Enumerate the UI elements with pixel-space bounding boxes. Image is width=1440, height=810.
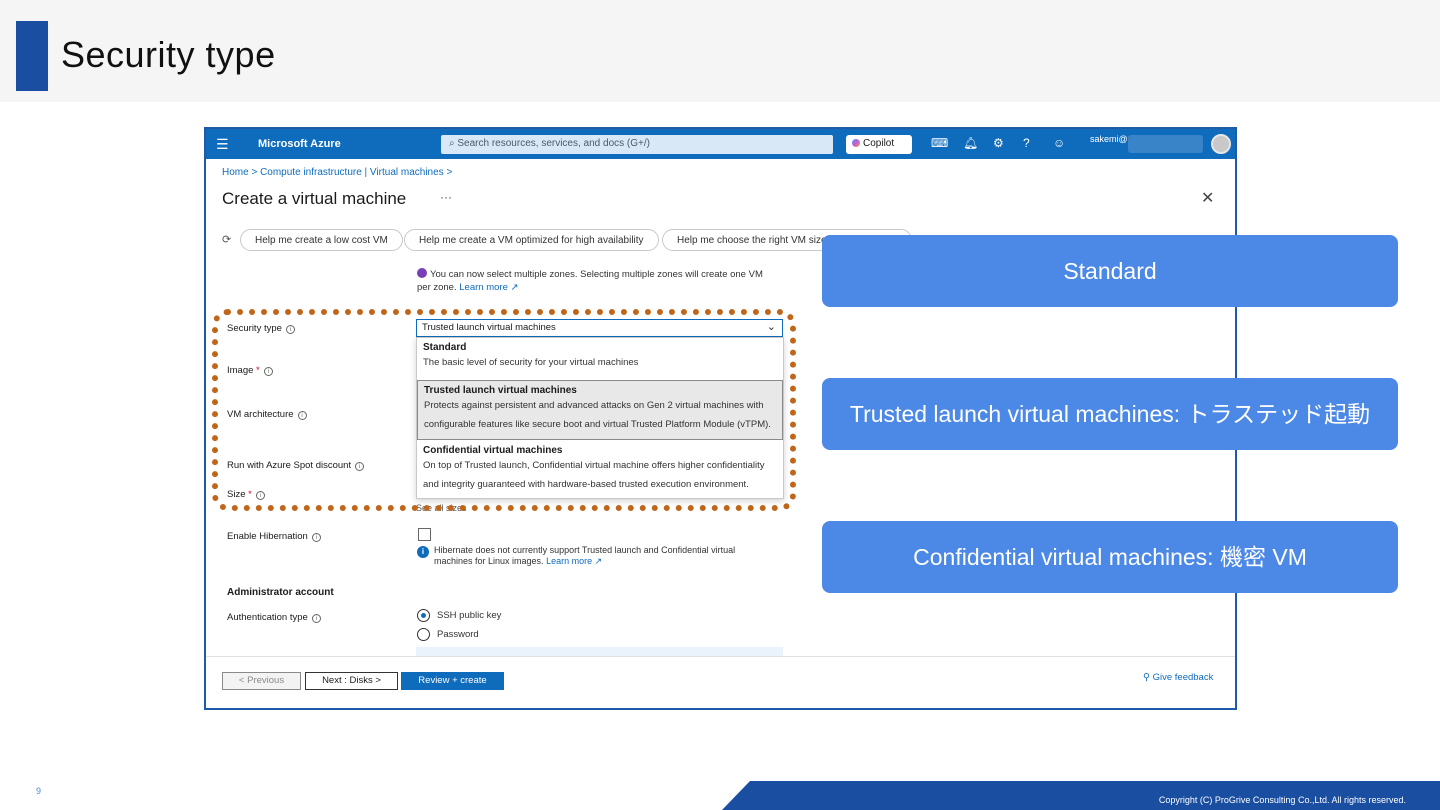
hibernation-learn-more-link[interactable]: Learn more ↗: [546, 556, 602, 566]
zone-info-note: You can now select multiple zones. Selec…: [417, 268, 777, 294]
ssh-public-key-label: SSH public key: [437, 610, 502, 621]
chip-low-cost-vm[interactable]: Help me create a low cost VM: [240, 229, 403, 251]
give-feedback-link[interactable]: ⚲ Give feedback: [1143, 672, 1213, 683]
cloud-shell-icon[interactable]: ⌨: [931, 136, 948, 150]
settings-gear-icon[interactable]: ⚙: [993, 136, 1004, 150]
close-icon[interactable]: ✕: [1201, 188, 1214, 208]
more-options-icon[interactable]: ···: [440, 190, 452, 204]
global-search-input[interactable]: ⌕ Search resources, services, and docs (…: [441, 135, 833, 154]
azure-brand[interactable]: Microsoft Azure: [258, 138, 341, 150]
azure-top-bar: ☰ Microsoft Azure ⌕ Search resources, se…: [206, 129, 1235, 159]
help-icon[interactable]: ?: [1023, 136, 1030, 150]
review-create-button[interactable]: Review + create: [401, 672, 504, 690]
copilot-label: Copilot: [863, 138, 895, 149]
search-placeholder: Search resources, services, and docs (G+…: [457, 138, 650, 149]
copilot-button[interactable]: Copilot: [846, 135, 912, 154]
copyright: Copyright (C) ProGrive Consulting Co.,Lt…: [1158, 795, 1406, 805]
feedback-person-icon: ⚲: [1143, 672, 1153, 683]
hamburger-menu-icon[interactable]: ☰: [216, 136, 229, 153]
sparkle-info-icon: [417, 268, 427, 278]
next-disks-button[interactable]: Next : Disks >: [305, 672, 398, 690]
hibernation-note: i Hibernate does not currently support T…: [417, 545, 757, 567]
give-feedback-label: Give feedback: [1152, 672, 1214, 683]
footer-divider: [206, 656, 1235, 657]
callout-confidential: Confidential virtual machines: 機密 VM: [822, 521, 1398, 593]
page-title: Create a virtual machine: [222, 189, 407, 208]
page-number: 9: [36, 786, 42, 796]
zone-learn-more-link[interactable]: Learn more ↗: [459, 282, 518, 293]
blurred-user-details: [1128, 135, 1203, 153]
slide-title-accent: [16, 21, 48, 91]
user-account[interactable]: sakemi@: [1090, 134, 1128, 144]
hibernation-checkbox[interactable]: [418, 528, 431, 541]
copilot-icon: [852, 139, 860, 147]
info-filled-icon: i: [417, 546, 429, 558]
radio-ssh-public-key[interactable]: [417, 609, 430, 622]
security-type-highlight: [212, 309, 796, 511]
notifications-icon[interactable]: 🔔︎: [963, 136, 978, 150]
info-icon[interactable]: i: [311, 614, 321, 623]
radio-password[interactable]: [417, 628, 430, 641]
avatar[interactable]: [1211, 134, 1231, 154]
feedback-icon[interactable]: ☺: [1053, 136, 1065, 150]
info-icon[interactable]: i: [311, 533, 321, 542]
auth-type-label: Authentication type i: [227, 612, 321, 623]
slide-title: Security type: [61, 34, 276, 75]
callout-trusted-launch: Trusted launch virtual machines: トラステッド起…: [822, 378, 1398, 450]
breadcrumb[interactable]: Home > Compute infrastructure | Virtual …: [222, 167, 452, 178]
hibernation-label: Enable Hibernation i: [227, 531, 321, 542]
admin-account-heading: Administrator account: [227, 587, 334, 598]
callout-standard: Standard: [822, 235, 1398, 307]
password-label: Password: [437, 629, 479, 640]
chip-high-availability-vm[interactable]: Help me create a VM optimized for high a…: [404, 229, 659, 251]
copilot-suggestion-icon: ⟳: [222, 234, 232, 246]
previous-button[interactable]: < Previous: [222, 672, 301, 690]
